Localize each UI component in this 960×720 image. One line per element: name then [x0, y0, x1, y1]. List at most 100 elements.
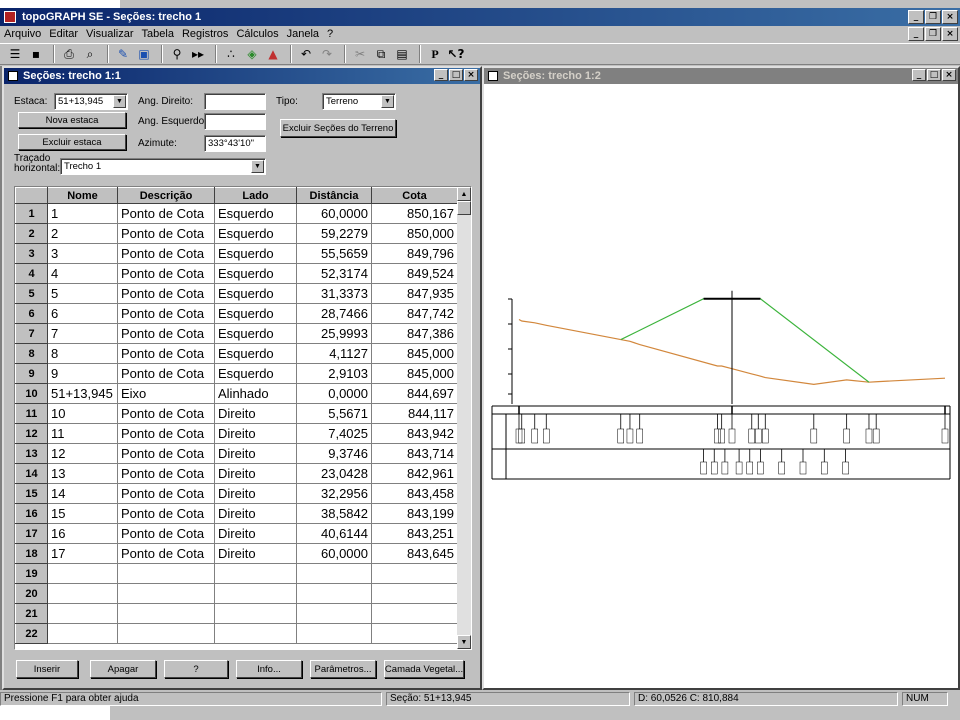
- cell-descricao[interactable]: Ponto de Cota: [117, 523, 215, 544]
- corner-header[interactable]: [15, 187, 48, 204]
- cell-cota[interactable]: 845,000: [371, 343, 458, 364]
- cell-distancia[interactable]: 0,0000: [296, 383, 372, 404]
- table-row[interactable]: 10 51+13,945 Eixo Alinhado 0,0000 844,697: [15, 383, 458, 404]
- row-number[interactable]: 2: [15, 223, 48, 244]
- cell-descricao[interactable]: Ponto de Cota: [117, 503, 215, 524]
- row-number[interactable]: 22: [15, 623, 48, 644]
- minimize-button[interactable]: _: [908, 10, 924, 24]
- cell-lado[interactable]: Esquerdo: [214, 303, 297, 324]
- edit-icon[interactable]: ✎: [114, 45, 132, 63]
- cell-cota[interactable]: 843,199: [371, 503, 458, 524]
- cell-nome[interactable]: [47, 563, 118, 584]
- cell-nome[interactable]: 11: [47, 423, 118, 444]
- table-row[interactable]: 21: [15, 603, 458, 624]
- cell-distancia[interactable]: [296, 623, 372, 644]
- find-next-icon[interactable]: ▸▸: [189, 45, 207, 63]
- parametros-button[interactable]: Parâmetros...: [310, 660, 376, 678]
- cell-distancia[interactable]: 25,9993: [296, 323, 372, 344]
- row-number[interactable]: 4: [15, 263, 48, 284]
- tipo-select[interactable]: Terreno ▼: [322, 93, 396, 110]
- cell-cota[interactable]: 849,796: [371, 243, 458, 264]
- cell-distancia[interactable]: [296, 563, 372, 584]
- cell-lado[interactable]: Esquerdo: [214, 323, 297, 344]
- cell-lado[interactable]: [214, 603, 297, 624]
- cell-distancia[interactable]: 55,5659: [296, 243, 372, 264]
- cell-lado[interactable]: Direito: [214, 543, 297, 564]
- cell-nome[interactable]: 7: [47, 323, 118, 344]
- table-row[interactable]: 7 7 Ponto de Cota Esquerdo 25,9993 847,386: [15, 323, 458, 344]
- child-minimize-button[interactable]: _: [434, 69, 448, 81]
- cell-descricao[interactable]: [117, 583, 215, 604]
- row-number[interactable]: 16: [15, 503, 48, 524]
- row-number[interactable]: 3: [15, 243, 48, 264]
- column-header-descricao[interactable]: Descrição: [117, 187, 215, 204]
- cell-nome[interactable]: [47, 583, 118, 604]
- cell-nome[interactable]: 10: [47, 403, 118, 424]
- cell-lado[interactable]: Direito: [214, 503, 297, 524]
- cell-distancia[interactable]: 2,9103: [296, 363, 372, 384]
- child-maximize-button[interactable]: □: [927, 69, 941, 81]
- menu-janela[interactable]: Janela: [287, 28, 319, 40]
- cell-cota[interactable]: 842,961: [371, 463, 458, 484]
- cell-descricao[interactable]: Ponto de Cota: [117, 263, 215, 284]
- row-number[interactable]: 5: [15, 283, 48, 304]
- azimute-field[interactable]: 333°43'10": [204, 135, 266, 152]
- cell-distancia[interactable]: [296, 603, 372, 624]
- cell-lado[interactable]: Direito: [214, 523, 297, 544]
- menu-tabela[interactable]: Tabela: [142, 28, 174, 40]
- apagar-button[interactable]: Apagar: [90, 660, 156, 678]
- print-icon[interactable]: ⎙: [60, 45, 78, 63]
- ang-esquerdo-field[interactable]: [204, 113, 266, 130]
- chevron-down-icon[interactable]: ▼: [113, 95, 126, 108]
- cell-lado[interactable]: Esquerdo: [214, 263, 297, 284]
- undo-icon[interactable]: ↶: [297, 45, 315, 63]
- book-icon[interactable]: ▣: [135, 45, 153, 63]
- cell-descricao[interactable]: Ponto de Cota: [117, 283, 215, 304]
- cell-nome[interactable]: 13: [47, 463, 118, 484]
- cell-descricao[interactable]: Eixo: [117, 383, 215, 404]
- cell-descricao[interactable]: [117, 623, 215, 644]
- menu-arquivo[interactable]: Arquivo: [4, 28, 41, 40]
- mdi-close-button[interactable]: ×: [942, 27, 958, 41]
- cell-lado[interactable]: Esquerdo: [214, 283, 297, 304]
- table-row[interactable]: 13 12 Ponto de Cota Direito 9,3746 843,714: [15, 443, 458, 464]
- row-number[interactable]: 9: [15, 363, 48, 384]
- cell-distancia[interactable]: 52,3174: [296, 263, 372, 284]
- cell-cota[interactable]: [371, 623, 458, 644]
- cell-descricao[interactable]: Ponto de Cota: [117, 443, 215, 464]
- cell-descricao[interactable]: [117, 563, 215, 584]
- cell-cota[interactable]: 849,524: [371, 263, 458, 284]
- cell-distancia[interactable]: 28,7466: [296, 303, 372, 324]
- excluir-secoes-button[interactable]: Excluir Seções do Terreno: [280, 119, 396, 137]
- column-header-lado[interactable]: Lado: [214, 187, 297, 204]
- cell-nome[interactable]: [47, 623, 118, 644]
- column-header-nome[interactable]: Nome: [47, 187, 118, 204]
- cell-lado[interactable]: Esquerdo: [214, 223, 297, 244]
- cell-cota[interactable]: 844,697: [371, 383, 458, 404]
- cell-cota[interactable]: 843,251: [371, 523, 458, 544]
- table-row[interactable]: 17 16 Ponto de Cota Direito 40,6144 843,251: [15, 523, 458, 544]
- cell-cota[interactable]: [371, 603, 458, 624]
- row-number[interactable]: 18: [15, 543, 48, 564]
- cell-nome[interactable]: 2: [47, 223, 118, 244]
- tracado-select[interactable]: Trecho 1 ▼: [60, 158, 266, 175]
- mdi-restore-button[interactable]: ❐: [925, 27, 941, 41]
- cell-descricao[interactable]: Ponto de Cota: [117, 223, 215, 244]
- cell-lado[interactable]: Direito: [214, 443, 297, 464]
- table-row[interactable]: 3 3 Ponto de Cota Esquerdo 55,5659 849,796: [15, 243, 458, 264]
- table-row[interactable]: 12 11 Ponto de Cota Direito 7,4025 843,942: [15, 423, 458, 444]
- cell-cota[interactable]: 844,117: [371, 403, 458, 424]
- camada-vegetal-button[interactable]: Camada Vegetal...: [384, 660, 464, 678]
- cell-lado[interactable]: Esquerdo: [214, 363, 297, 384]
- cell-descricao[interactable]: Ponto de Cota: [117, 303, 215, 324]
- cell-cota[interactable]: 847,935: [371, 283, 458, 304]
- cell-descricao[interactable]: Ponto de Cota: [117, 343, 215, 364]
- column-header-distancia[interactable]: Distância: [296, 187, 372, 204]
- cell-descricao[interactable]: Ponto de Cota: [117, 203, 215, 224]
- cell-descricao[interactable]: Ponto de Cota: [117, 243, 215, 264]
- menu-icon[interactable]: ☰: [6, 45, 24, 63]
- properties-icon[interactable]: P: [426, 45, 444, 63]
- row-number[interactable]: 8: [15, 343, 48, 364]
- row-number[interactable]: 6: [15, 303, 48, 324]
- cell-cota[interactable]: 847,742: [371, 303, 458, 324]
